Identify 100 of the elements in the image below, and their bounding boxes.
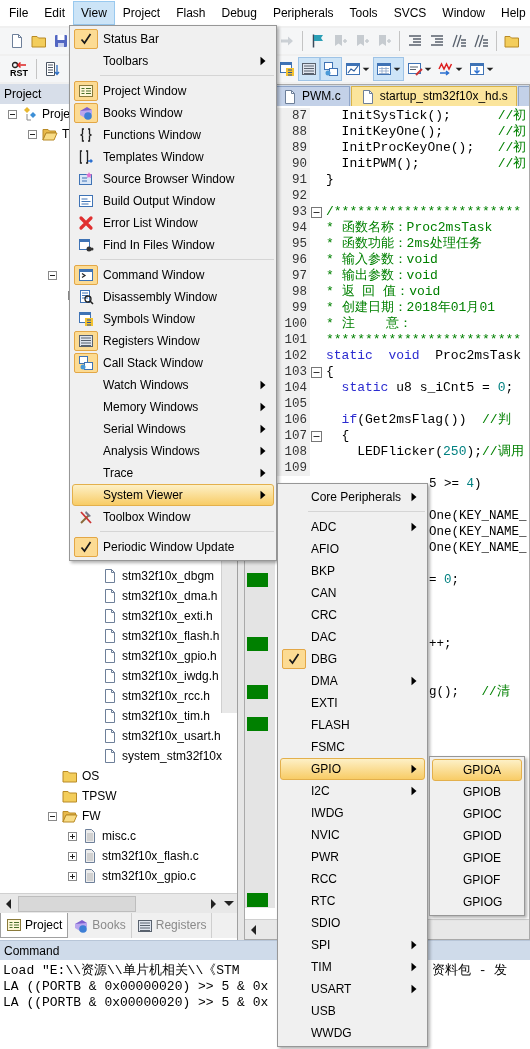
code-line: One(KEY_NAME_ — [429, 508, 527, 524]
menu-item[interactable]: Call Stack Window — [72, 352, 274, 374]
tree-item[interactable]: OS — [78, 768, 100, 784]
menu-item[interactable]: GPIOG — [432, 891, 522, 913]
menu-item[interactable]: Source Browser Window — [72, 168, 274, 190]
tree-item[interactable]: stm32f10x_tim.h — [118, 708, 211, 724]
menu-bar-item[interactable]: Peripherals — [264, 1, 342, 25]
tree-item[interactable]: stm32f10x_flash.c — [98, 848, 199, 864]
menu-item[interactable]: EXTI — [280, 692, 425, 714]
menu-item[interactable]: WWDG — [280, 1022, 425, 1044]
menu-item[interactable]: CRC — [280, 604, 425, 626]
menu-item[interactable]: FSMC — [280, 736, 425, 758]
toolbar-button[interactable] — [298, 57, 320, 81]
menu-item[interactable]: USB — [280, 1000, 425, 1022]
menu-item[interactable]: Analysis Windows — [72, 440, 274, 462]
menu-item[interactable]: Disassembly Window — [72, 286, 274, 308]
menu-bar-item[interactable]: Help — [493, 1, 530, 25]
tree-item[interactable]: TPSW — [78, 788, 117, 804]
menu-item[interactable]: Find In Files Window — [72, 234, 274, 256]
tree-item[interactable]: stm32f10x_iwdg.h — [118, 668, 219, 684]
menu-item[interactable]: GPIO — [280, 758, 425, 780]
menu-bar-item[interactable]: Tools — [341, 1, 386, 25]
menu-bar-item[interactable]: Project — [114, 1, 169, 25]
tree-item[interactable]: stm32f10x_rcc.h — [118, 688, 211, 704]
menu-item[interactable]: Registers Window — [72, 330, 274, 352]
menu-item[interactable]: FLASH — [280, 714, 425, 736]
menu-item[interactable]: Error List Window — [72, 212, 274, 234]
menu-item[interactable]: DMA — [280, 670, 425, 692]
tree-item[interactable]: stm32f10x_usart.h — [118, 728, 221, 744]
menu-item[interactable]: NVIC — [280, 824, 425, 846]
menu-item[interactable]: GPIOA — [432, 759, 522, 781]
menu-item[interactable]: Periodic Window Update — [72, 536, 274, 558]
menu-item[interactable]: GPIOF — [432, 869, 522, 891]
menu-item[interactable]: Build Output Window — [72, 190, 274, 212]
menu-item[interactable]: Books Window — [72, 102, 274, 124]
menu-item[interactable]: RTC — [280, 890, 425, 912]
menu-item[interactable]: DBG — [280, 648, 425, 670]
horizontal-scrollbar[interactable] — [0, 893, 237, 913]
toolbar-button[interactable] — [373, 57, 404, 81]
menu-bar-item[interactable]: Flash — [168, 1, 214, 25]
editor-tab[interactable]: startup_stm32f10x_hd.s — [350, 86, 517, 106]
tree-item[interactable]: stm32f10x_dbgm — [118, 568, 215, 584]
scrollbar-thumb[interactable] — [18, 895, 136, 912]
tree-item[interactable]: T — [58, 126, 70, 142]
menu-item[interactable]: System Viewer — [72, 484, 274, 506]
expand-box[interactable] — [68, 871, 77, 881]
menu-item[interactable]: CAN — [280, 582, 425, 604]
menu-bar-item[interactable]: Edit — [36, 1, 74, 25]
tree-item[interactable]: stm32f10x_flash.h — [118, 628, 220, 644]
menu-bar-item[interactable]: View — [73, 1, 115, 25]
menu-item[interactable]: DAC — [280, 626, 425, 648]
menu-item[interactable]: Templates Window — [72, 146, 274, 168]
menu-bar-item[interactable]: Window — [434, 1, 493, 25]
menu-item[interactable]: Watch Windows — [72, 374, 274, 396]
line-number: 105 — [275, 396, 310, 412]
menu-item[interactable]: I2C — [280, 780, 425, 802]
menu-item[interactable]: BKP — [280, 560, 425, 582]
menu-item[interactable]: Trace — [72, 462, 274, 484]
collapse-box[interactable] — [310, 366, 322, 378]
collapse-box[interactable] — [48, 270, 57, 280]
menu-item[interactable]: GPIOB — [432, 781, 522, 803]
menu-item[interactable]: GPIOC — [432, 803, 522, 825]
menu-item[interactable]: PWR — [280, 846, 425, 868]
collapse-box[interactable] — [8, 109, 17, 119]
menu-item[interactable]: Core Peripherals — [280, 486, 425, 508]
menu-bar-item[interactable]: File — [1, 1, 37, 25]
tree-item[interactable]: system_stm32f10x — [118, 748, 223, 764]
menu-item[interactable]: Functions Window — [72, 124, 274, 146]
collapse-box[interactable] — [28, 129, 37, 139]
menu-item[interactable]: SDIO — [280, 912, 425, 934]
menu-bar-item[interactable]: SVCS — [385, 1, 435, 25]
menu-item[interactable]: USART — [280, 978, 425, 1000]
menu-item[interactable]: Command Window — [72, 264, 274, 286]
menu-item[interactable]: ADC — [280, 516, 425, 538]
tree-item[interactable]: stm32f10x_exti.h — [118, 608, 213, 624]
menu-bar-item[interactable]: Debug — [213, 1, 265, 25]
menu-item[interactable]: RCC — [280, 868, 425, 890]
collapse-box[interactable] — [310, 430, 322, 442]
menu-item[interactable]: Toolbars — [72, 50, 274, 72]
menu-item[interactable]: Toolbox Window — [72, 506, 274, 528]
tree-item[interactable]: misc.c — [98, 828, 136, 844]
menu-item[interactable]: Memory Windows — [72, 396, 274, 418]
menu-item[interactable]: GPIOE — [432, 847, 522, 869]
expand-box[interactable] — [68, 831, 77, 841]
menu-item[interactable]: AFIO — [280, 538, 425, 560]
toolbar-button[interactable]: RST — [6, 57, 32, 81]
tree-item[interactable]: stm32f10x_gpio.c — [98, 868, 197, 884]
menu-item[interactable]: GPIOD — [432, 825, 522, 847]
tree-item[interactable]: Proje — [38, 106, 70, 122]
menu-item[interactable]: IWDG — [280, 802, 425, 824]
menu-item[interactable]: Symbols Window — [72, 308, 274, 330]
expand-box[interactable] — [68, 851, 77, 861]
collapse-box[interactable] — [310, 206, 322, 218]
collapse-box[interactable] — [48, 811, 57, 821]
toolbar-button[interactable] — [320, 57, 342, 81]
tree-item[interactable]: FW — [78, 808, 101, 824]
tree-item[interactable]: stm32f10x_dma.h — [118, 588, 218, 604]
panel-tab[interactable]: Project — [0, 913, 69, 938]
menu-item[interactable]: Serial Windows — [72, 418, 274, 440]
tree-item[interactable]: stm32f10x_gpio.h — [118, 648, 217, 664]
